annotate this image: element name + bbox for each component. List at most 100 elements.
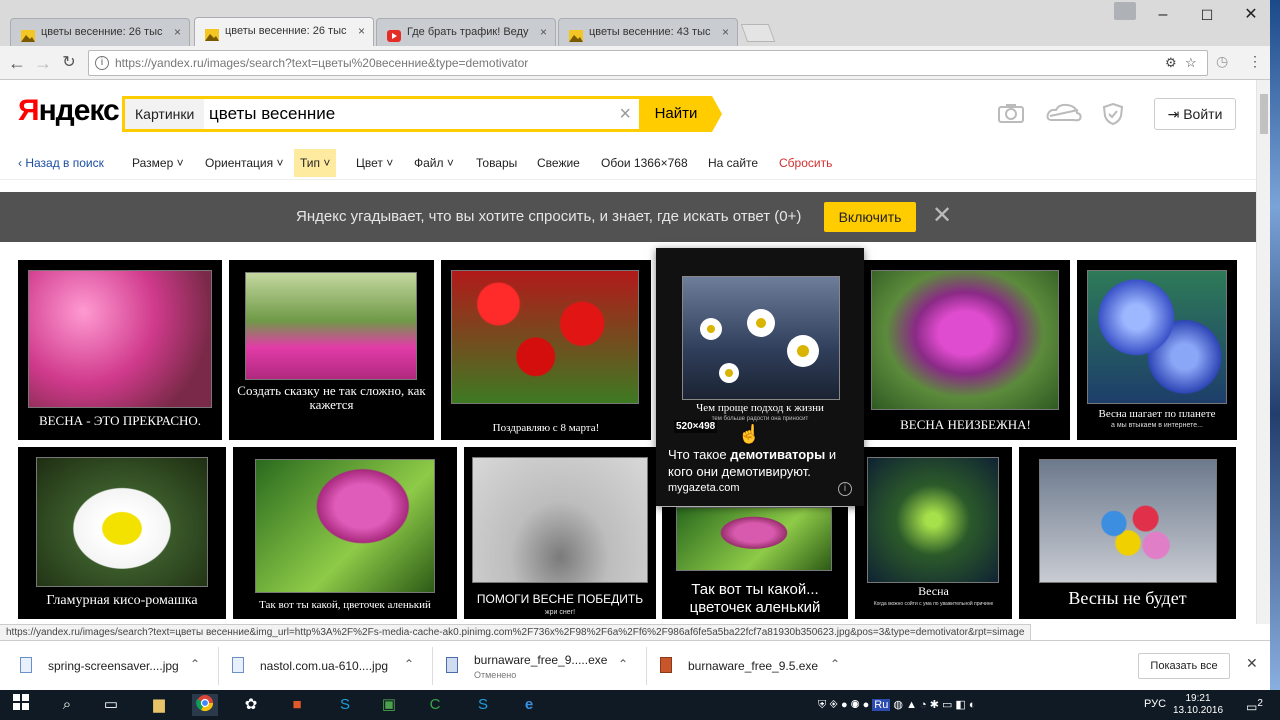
thumbnail-blue-flowers [1087,270,1227,404]
tray-icons[interactable]: ⛨ ◈ ● ◉ ● Ru ◍ ▲ ◔ ✱ ▭ ◧ ◐ [818,698,976,712]
app-icon-2[interactable]: ■ [286,694,308,716]
image-caption: Весна шагает по планете [1098,408,1216,420]
address-url[interactable]: https://yandex.ru/images/search?text=цве… [115,56,528,70]
minimize-button[interactable]: – [1140,2,1186,28]
clear-search-icon[interactable]: × [619,101,631,127]
tab-close-icon[interactable]: × [358,18,365,45]
page-info-icon[interactable]: i [95,56,109,70]
hover-preview-card[interactable]: Чем проще подход к жизни тем больше радо… [656,248,864,506]
image-result-11[interactable]: Весны не будет [1019,447,1236,619]
filter-bar: ‹ Назад в поиск Размер ˅ Ориентация ˅ Ти… [0,146,1256,180]
translate-icon[interactable]: ⚙ [1165,55,1177,71]
search-button[interactable]: Найти [640,96,722,132]
tab-strip: цветы весенние: 26 тыс × цветы весенние:… [0,0,1280,47]
filter-goods[interactable]: Товары [472,149,521,177]
download-item-1[interactable]: spring-screensaver....jpg ⌃ [20,649,210,683]
divider [432,647,433,685]
image-result-7[interactable]: Так вот ты какой, цветочек аленький [233,447,457,619]
browser-tab-4[interactable]: цветы весенние: 43 тыс × [558,18,738,46]
chevron-up-icon[interactable]: ⌃ [404,657,414,671]
tab-close-icon[interactable]: × [540,19,547,46]
shield-icon[interactable] [1098,102,1128,128]
filter-fresh[interactable]: Свежие [533,149,584,177]
filter-reset[interactable]: Сбросить [775,149,836,177]
image-caption: Так вот ты какой... цветочек аленький [689,581,821,616]
new-tab-button[interactable] [740,24,776,42]
chevron-up-icon[interactable]: ⌃ [190,657,200,671]
filter-wallpaper[interactable]: Обои 1366×768 [597,149,692,177]
language-indicator[interactable]: РУС [1144,698,1166,710]
download-item-4[interactable]: burnaware_free_9.5.exe ⌃ [660,649,850,683]
image-result-5[interactable]: Весна шагает по планете а мы втыкаем в и… [1077,260,1237,440]
menu-dots-icon[interactable]: ⋮ [1248,53,1262,70]
maximize-button[interactable]: ☐ [1184,2,1230,28]
login-button[interactable]: ⇥ Войти [1154,98,1236,130]
skype-icon-2[interactable]: S [472,694,494,716]
filter-orientation[interactable]: Ориентация ˅ [201,149,287,177]
yandex-logo[interactable]: Яндекс [18,94,120,128]
browser-tab-3[interactable]: Где брать трафик! Веду × [376,18,556,46]
filter-color[interactable]: Цвет ˅ [352,149,397,177]
show-all-downloads-button[interactable]: Показать все [1138,653,1230,679]
tab-close-icon[interactable]: × [722,19,729,46]
close-window-button[interactable]: ✕ [1228,2,1274,28]
image-caption: ВЕСНА НЕИЗБЕЖНА! [900,417,1031,432]
browser-tab-2[interactable]: цветы весенние: 26 тыс × [194,17,374,47]
app-icon-3[interactable]: ▣ [378,694,400,716]
filter-file[interactable]: Файл ˅ [410,149,458,177]
image-result-3[interactable]: Поздравляю с 8 марта! [441,260,651,440]
status-bar-url: https://yandex.ru/images/search?text=цве… [0,624,1032,640]
image-result-9[interactable]: Так вот ты какой... цветочек аленький [662,507,848,619]
user-profile-icon[interactable] [1114,2,1136,20]
address-bar[interactable]: i https://yandex.ru/images/search?text=ц… [88,50,1208,76]
tab-close-icon[interactable]: × [174,19,181,46]
chrome-icon[interactable] [192,694,218,716]
screen: цветы весенние: 26 тыс × цветы весенние:… [0,0,1280,720]
extension-icon[interactable]: ◷ [1216,53,1228,70]
back-arrow-icon[interactable]: ← [6,52,28,74]
filter-size[interactable]: Размер ˅ [128,149,188,177]
file-explorer-icon[interactable]: ▆ [148,694,170,716]
banner-enable-button[interactable]: Включить [824,202,916,232]
page-scrollbar[interactable] [1256,80,1270,624]
camera-search-icon[interactable] [996,102,1026,128]
browser-tab-1[interactable]: цветы весенние: 26 тыс × [10,18,190,46]
back-to-search-link[interactable]: ‹ Назад в поиск [14,149,108,177]
app-icon[interactable]: ✿ [240,694,262,716]
image-result-6[interactable]: Гламурная кисо-ромашка [18,447,226,619]
image-result-4[interactable]: ВЕСНА НЕИЗБЕЖНА! [861,260,1070,440]
cloud-icon[interactable] [1044,102,1084,128]
skype-icon[interactable]: S [334,694,356,716]
service-label[interactable]: Картинки [125,99,205,129]
camtasia-icon[interactable]: C [424,694,446,716]
scrollbar-thumb[interactable] [1260,94,1268,134]
task-view-icon[interactable]: ▭ [100,694,122,716]
windows-start-icon[interactable] [10,694,32,716]
chevron-up-icon[interactable]: ⌃ [618,657,628,671]
hover-description[interactable]: Что такое демотиваторы и кого они демоти… [668,446,848,480]
download-item-3[interactable]: burnaware_free_9.....exe Отменено ⌃ [446,649,646,683]
search-input[interactable] [209,99,609,129]
search-icon[interactable]: ⌕ [56,694,78,716]
forward-arrow-icon[interactable]: → [32,52,54,74]
internet-explorer-icon[interactable]: e [518,694,540,716]
image-result-1[interactable]: ВЕСНА - ЭТО ПРЕКРАСНО. [18,260,222,440]
notifications-icon[interactable]: ▭2 [1246,698,1263,714]
hover-source-host[interactable]: mygazeta.com [668,482,740,494]
clock[interactable]: 19:21 13.10.2016 [1172,693,1224,717]
image-result-2[interactable]: Создать сказку не так сложно, как кажетс… [229,260,434,440]
filter-type[interactable]: Тип ˅ [294,149,337,177]
chevron-up-icon[interactable]: ⌃ [830,657,840,671]
bookmark-star-icon[interactable]: ☆ [1185,55,1197,71]
filter-on-site[interactable]: На сайте [704,149,762,177]
hover-info-icon[interactable]: i [838,482,852,496]
thumbnail-scarlet-flower-2 [676,507,832,571]
close-shelf-icon[interactable]: ✕ [1246,655,1258,672]
hover-caption: Чем проще подход к жизни [696,402,824,414]
reload-icon[interactable]: ↻ [58,52,80,74]
executable-file-icon [446,657,458,673]
image-result-8[interactable]: ПОМОГИ ВЕСНЕ ПОБЕДИТЬ жри снег! [464,447,656,619]
banner-close-icon[interactable]: ✕ [932,202,952,230]
download-item-2[interactable]: nastol.com.ua-610....jpg ⌃ [232,649,422,683]
image-result-10[interactable]: Весна Когда можно сойти с ума по уважите… [855,447,1012,619]
